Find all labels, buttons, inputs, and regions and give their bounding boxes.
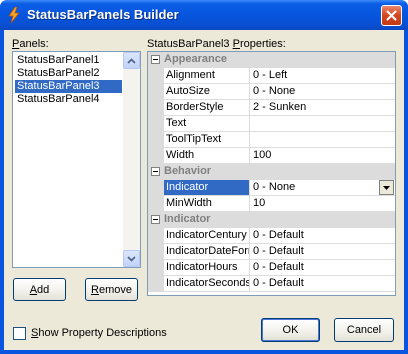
property-value[interactable]	[251, 132, 395, 147]
property-row[interactable]: AutoSize 0 - None	[164, 84, 395, 100]
panels-label: Panels:	[12, 38, 49, 50]
show-descriptions-checkbox[interactable]	[13, 327, 26, 340]
panels-scrollbar[interactable]	[123, 52, 140, 267]
property-value[interactable]: 0 - None	[251, 180, 395, 195]
collapse-minus-icon[interactable]	[151, 167, 160, 176]
properties-label: StatusBarPanel3 Properties:	[147, 38, 286, 50]
property-value[interactable]: 10	[251, 196, 395, 211]
property-value[interactable]: 0 - Default	[251, 244, 395, 259]
property-value[interactable]: 0 - None	[251, 84, 395, 99]
window-title: StatusBarPanels Builder	[27, 7, 179, 22]
property-name[interactable]: IndicatorHours	[164, 260, 250, 275]
property-name[interactable]: Alignment	[164, 68, 250, 83]
close-button[interactable]	[381, 5, 402, 26]
property-value[interactable]: 0 - Left	[251, 68, 395, 83]
property-row[interactable]: Text	[164, 116, 395, 132]
property-name[interactable]: IndicatorDateFormat	[164, 244, 250, 259]
property-name[interactable]: Width	[164, 148, 250, 163]
property-name[interactable]: IndicatorSeconds	[164, 276, 250, 291]
category-label: Indicator	[164, 213, 211, 225]
property-name[interactable]: AutoSize	[164, 84, 250, 99]
dialog-body: Panels: StatusBarPanel1 StatusBarPanel2 St…	[4, 30, 404, 350]
property-row[interactable]: IndicatorDateFormat0 - Default	[164, 244, 395, 260]
property-row[interactable]: ToolTipText	[164, 132, 395, 148]
dialog-window: StatusBarPanels Builder Panels: StatusBa…	[0, 0, 408, 354]
category-label: Behavior	[164, 165, 212, 177]
property-row[interactable]: MinWidth 10	[164, 196, 395, 212]
panels-listbox[interactable]: StatusBarPanel1 StatusBarPanel2 StatusBarP…	[12, 51, 141, 268]
property-dropdown-button[interactable]	[379, 180, 394, 195]
cancel-button[interactable]: Cancel	[334, 318, 394, 342]
grid-gutter	[148, 68, 164, 164]
title-bar[interactable]: StatusBarPanels Builder	[0, 0, 408, 30]
scroll-down-button[interactable]	[123, 250, 140, 267]
add-button[interactable]: Add	[13, 278, 66, 301]
category-label: Appearance	[164, 53, 227, 65]
chevron-up-icon	[127, 57, 136, 64]
property-value[interactable]: 2 - Sunken	[251, 100, 395, 115]
collapse-minus-icon[interactable]	[151, 215, 160, 224]
property-name[interactable]: Text	[164, 116, 250, 131]
list-item[interactable]: StatusBarPanel1	[15, 54, 122, 67]
show-descriptions-label[interactable]: Show Property Descriptions	[31, 327, 167, 339]
property-name[interactable]: ToolTipText	[164, 132, 250, 147]
property-value[interactable]	[251, 116, 395, 131]
remove-button[interactable]: Remove	[85, 278, 138, 301]
property-value[interactable]: 0 - Default	[251, 276, 395, 291]
category-indicator[interactable]: Indicator	[148, 212, 395, 228]
property-row[interactable]: Indicator 0 - None	[164, 180, 395, 196]
property-value[interactable]: 0 - Default	[251, 228, 395, 243]
grid-gutter	[148, 180, 164, 212]
list-item[interactable]: StatusBarPanel4	[15, 93, 122, 106]
property-row[interactable]: IndicatorSeconds 0 - Default	[164, 276, 395, 292]
property-row[interactable]: BorderStyle 2 - Sunken	[164, 100, 395, 116]
close-icon	[386, 10, 397, 21]
lightning-bolt-icon	[8, 7, 20, 23]
list-item[interactable]: StatusBarPanel3	[15, 80, 122, 93]
property-name[interactable]: BorderStyle	[164, 100, 250, 115]
property-row[interactable]: IndicatorCentury 0 - Default	[164, 228, 395, 244]
grid-gutter	[148, 228, 164, 292]
property-name[interactable]: MinWidth	[164, 196, 250, 211]
property-row[interactable]: IndicatorHours 0 - Default	[164, 260, 395, 276]
chevron-down-icon	[127, 255, 136, 262]
category-appearance[interactable]: Appearance	[148, 52, 395, 68]
property-row[interactable]: Width 100	[164, 148, 395, 164]
property-value[interactable]: 100	[251, 148, 395, 163]
collapse-minus-icon[interactable]	[151, 55, 160, 64]
property-value[interactable]: 0 - Default	[251, 260, 395, 275]
property-name[interactable]: Indicator	[164, 180, 250, 195]
ok-button[interactable]: OK	[261, 318, 320, 342]
property-grid[interactable]: Appearance Alignment 0 - Left AutoSize 0 - N…	[147, 51, 396, 296]
property-row[interactable]: Alignment 0 - Left	[164, 68, 395, 84]
triangle-down-icon	[383, 185, 390, 190]
property-name[interactable]: IndicatorCentury	[164, 228, 250, 243]
category-behavior[interactable]: Behavior	[148, 164, 395, 180]
list-item[interactable]: StatusBarPanel2	[15, 67, 122, 80]
scroll-up-button[interactable]	[123, 52, 140, 69]
